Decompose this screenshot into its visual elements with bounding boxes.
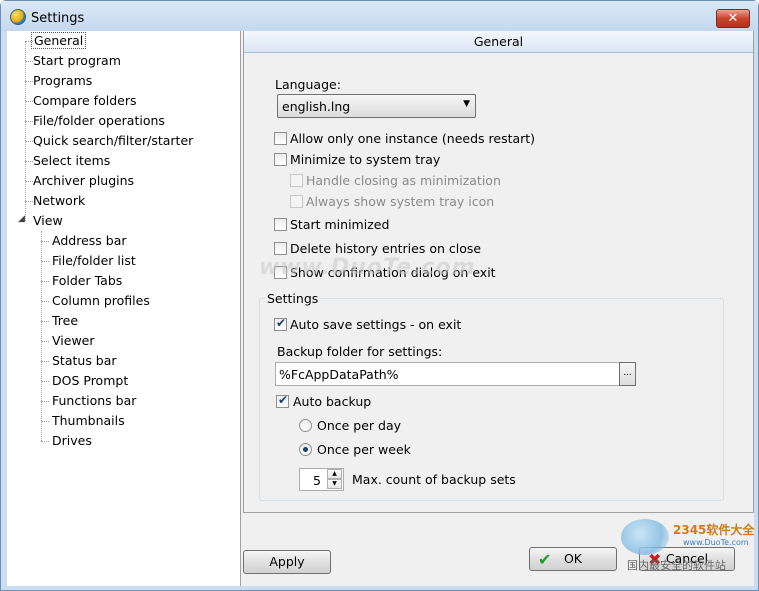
app-globe-icon — [10, 9, 26, 25]
tree-item-programs[interactable]: Programs — [33, 72, 92, 90]
tree-branch — [41, 321, 49, 322]
auto-backup-label[interactable]: Auto backup — [293, 394, 371, 409]
close-button[interactable]: ✕ — [716, 9, 750, 28]
expand-arrow-icon[interactable]: ◢ — [18, 214, 25, 224]
tree-item-general[interactable]: General — [31, 32, 87, 50]
tree-branch — [25, 141, 33, 142]
max-count-spinner[interactable]: 5 ▲ ▼ — [299, 468, 344, 491]
tree-item-file-folder-operations[interactable]: File/folder operations — [33, 112, 165, 130]
once-per-day-label[interactable]: Once per day — [317, 418, 401, 433]
tree-item-select-items[interactable]: Select items — [33, 152, 110, 170]
brand-url-watermark: www.DuoTe.com — [683, 538, 749, 547]
auto-save-checkbox[interactable]: ✔ — [274, 316, 287, 331]
brand-watermark: 2345软件大全 — [673, 523, 755, 537]
ok-check-icon: ✔ — [538, 550, 552, 569]
tree-branch — [25, 121, 33, 122]
tree-item-dos-prompt[interactable]: DOS Prompt — [52, 372, 128, 390]
ok-button[interactable]: ✔ OK — [529, 547, 617, 571]
tree-item-tree[interactable]: Tree — [52, 312, 78, 330]
tree-line — [41, 231, 42, 441]
one-instance-checkbox[interactable] — [274, 132, 287, 145]
max-count-label: Max. count of backup sets — [352, 472, 516, 487]
settings-window: Settings ✕ ◢ General Start program Progr… — [0, 0, 759, 591]
tree-item-status-bar[interactable]: Status bar — [52, 352, 117, 370]
browse-folder-button[interactable]: ... — [619, 362, 636, 386]
tree-branch — [41, 301, 49, 302]
tree-branch — [41, 341, 49, 342]
tree-branch — [41, 421, 49, 422]
tree-item-thumbnails[interactable]: Thumbnails — [52, 412, 125, 430]
tree-branch — [41, 401, 49, 402]
dropdown-arrow-icon: ▼ — [463, 99, 470, 109]
max-count-value[interactable]: 5 — [313, 473, 321, 488]
window-title: Settings — [31, 11, 85, 26]
tree-item-view[interactable]: View — [33, 212, 63, 230]
always-tray-icon-checkbox[interactable] — [290, 195, 303, 208]
tree-item-functions-bar[interactable]: Functions bar — [52, 392, 136, 410]
tree-branch — [41, 241, 49, 242]
spin-down-icon[interactable]: ▼ — [327, 479, 342, 489]
settings-tree[interactable]: ◢ General Start program Programs Compare… — [7, 31, 241, 586]
auto-backup-checkbox[interactable]: ✔ — [276, 393, 289, 408]
language-label: Language: — [275, 77, 341, 92]
brand-cn-watermark: 国内最安全的软件站 — [627, 559, 726, 572]
handle-closing-checkbox[interactable] — [290, 174, 303, 187]
tree-item-drives[interactable]: Drives — [52, 432, 92, 450]
tree-branch — [41, 261, 49, 262]
tree-item-quick-search[interactable]: Quick search/filter/starter — [33, 132, 193, 150]
tree-branch — [25, 61, 33, 62]
spin-up-icon[interactable]: ▲ — [327, 469, 342, 479]
once-per-week-label[interactable]: Once per week — [317, 442, 411, 457]
apply-button[interactable]: Apply — [243, 550, 331, 574]
delete-history-checkbox[interactable] — [274, 242, 287, 255]
tree-branch — [41, 441, 49, 442]
tree-item-address-bar[interactable]: Address bar — [52, 232, 127, 250]
tree-branch — [25, 181, 33, 182]
always-tray-icon-label: Always show system tray icon — [306, 194, 495, 209]
minimize-tray-checkbox[interactable] — [274, 153, 287, 166]
one-instance-label[interactable]: Allow only one instance (needs restart) — [290, 131, 535, 146]
radio-dot-icon — [303, 447, 308, 452]
start-minimized-label[interactable]: Start minimized — [290, 217, 389, 232]
tree-branch — [41, 281, 49, 282]
tree-branch — [41, 361, 49, 362]
backup-folder-input[interactable]: %FcAppDataPath% — [275, 362, 620, 386]
once-per-day-radio[interactable] — [299, 419, 312, 432]
panel-header: General — [244, 31, 753, 53]
tree-item-label: General — [31, 32, 87, 49]
tree-item-viewer[interactable]: Viewer — [52, 332, 95, 350]
tree-item-column-profiles[interactable]: Column profiles — [52, 292, 150, 310]
tree-item-network[interactable]: Network — [33, 192, 85, 210]
tree-item-compare-folders[interactable]: Compare folders — [33, 92, 136, 110]
ok-button-label: OK — [563, 551, 583, 566]
duote-watermark: www.DuoTe.com — [259, 255, 476, 280]
dialog-client: ◢ General Start program Programs Compare… — [7, 31, 754, 586]
auto-save-label[interactable]: Auto save settings - on exit — [290, 317, 461, 332]
tree-branch — [25, 101, 33, 102]
title-bar[interactable]: Settings ✕ — [1, 1, 758, 31]
tree-branch — [25, 161, 33, 162]
backup-folder-label: Backup folder for settings: — [277, 344, 443, 359]
watermark-logo-icon — [621, 519, 669, 555]
tree-item-folder-tabs[interactable]: Folder Tabs — [52, 272, 122, 290]
checkmark-icon: ✔ — [276, 316, 287, 330]
handle-closing-label: Handle closing as minimization — [306, 173, 501, 188]
tree-branch — [25, 201, 33, 202]
tree-item-start-program[interactable]: Start program — [33, 52, 121, 70]
language-select[interactable]: english.lng ▼ — [277, 94, 476, 118]
language-value: english.lng — [282, 99, 351, 114]
tree-branch — [41, 381, 49, 382]
tree-line — [25, 41, 26, 221]
tree-item-archiver-plugins[interactable]: Archiver plugins — [33, 172, 134, 190]
checkmark-icon: ✔ — [278, 393, 289, 407]
tree-branch — [25, 81, 33, 82]
delete-history-label[interactable]: Delete history entries on close — [290, 241, 481, 256]
minimize-tray-label[interactable]: Minimize to system tray — [290, 152, 440, 167]
tree-item-file-folder-list[interactable]: File/folder list — [52, 252, 136, 270]
settings-group-title: Settings — [265, 291, 321, 306]
apply-button-label: Apply — [269, 554, 305, 569]
once-per-week-radio[interactable] — [299, 443, 312, 456]
start-minimized-checkbox[interactable] — [274, 218, 287, 231]
